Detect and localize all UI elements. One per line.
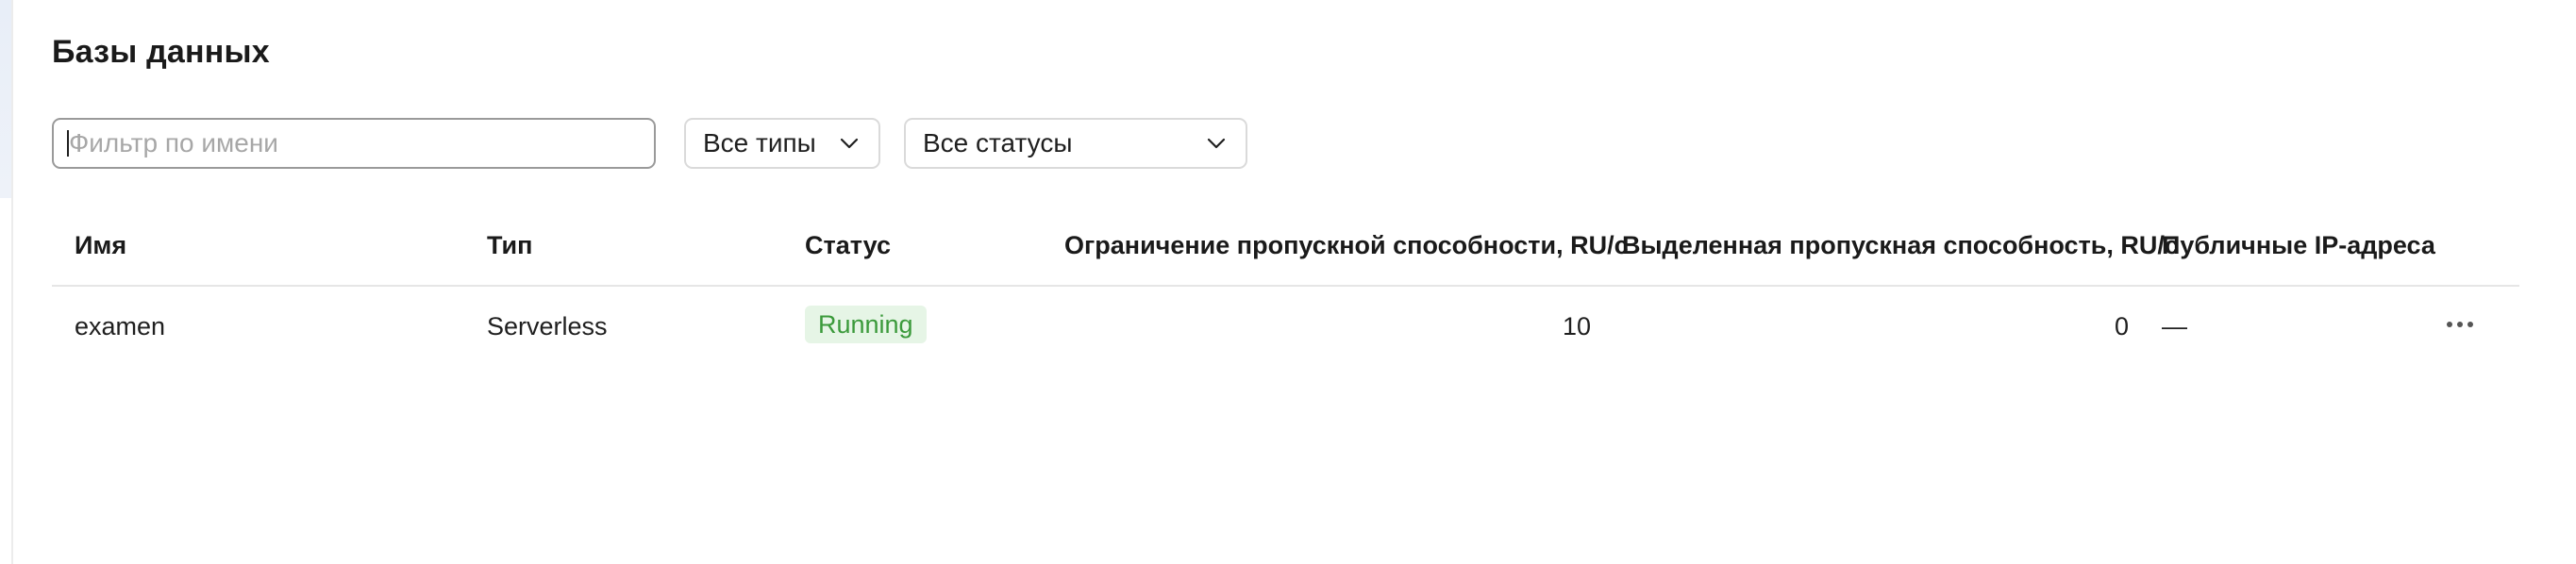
table-header: Имя Тип Статус Ограничение пропускной сп… xyxy=(52,212,2519,287)
status-filter-value: Все статусы xyxy=(923,128,1073,158)
cell-public-ips: — xyxy=(2162,312,2187,340)
column-header-status[interactable]: Статус xyxy=(805,231,891,260)
column-header-type[interactable]: Тип xyxy=(487,231,532,260)
cell-allocated-throughput: 0 xyxy=(2114,312,2129,340)
chevron-down-icon xyxy=(1204,131,1229,156)
cell-type: Serverless xyxy=(487,312,608,340)
type-filter-select[interactable]: Все типы xyxy=(684,118,880,169)
type-filter-value: Все типы xyxy=(703,128,816,158)
databases-page: Базы данных Все типы Все статусы Имя Тип… xyxy=(0,0,2576,564)
left-panel-accent xyxy=(0,0,11,198)
table-row[interactable]: examen Serverless Running 10 0 — xyxy=(52,287,2519,368)
databases-table: Имя Тип Статус Ограничение пропускной сп… xyxy=(52,212,2519,368)
page-title: Базы данных xyxy=(52,34,270,70)
text-cursor xyxy=(67,130,69,157)
more-horizontal-icon[interactable] xyxy=(2439,309,2481,340)
column-header-throughput-limit[interactable]: Ограничение пропускной способности, RU/с xyxy=(1064,231,1629,260)
column-header-name[interactable]: Имя xyxy=(75,231,126,260)
left-panel-edge xyxy=(0,0,13,564)
status-badge: Running xyxy=(805,306,927,343)
status-filter-select[interactable]: Все статусы xyxy=(904,118,1247,169)
column-header-public-ips[interactable]: Публичные IP-адреса xyxy=(2162,231,2435,260)
name-filter-input[interactable] xyxy=(52,118,656,169)
column-header-allocated-throughput[interactable]: Выделенная пропускная способность, RU/с xyxy=(1622,231,2179,260)
chevron-down-icon xyxy=(837,131,861,156)
cell-throughput-limit: 10 xyxy=(1562,312,1591,340)
cell-name[interactable]: examen xyxy=(75,312,165,341)
